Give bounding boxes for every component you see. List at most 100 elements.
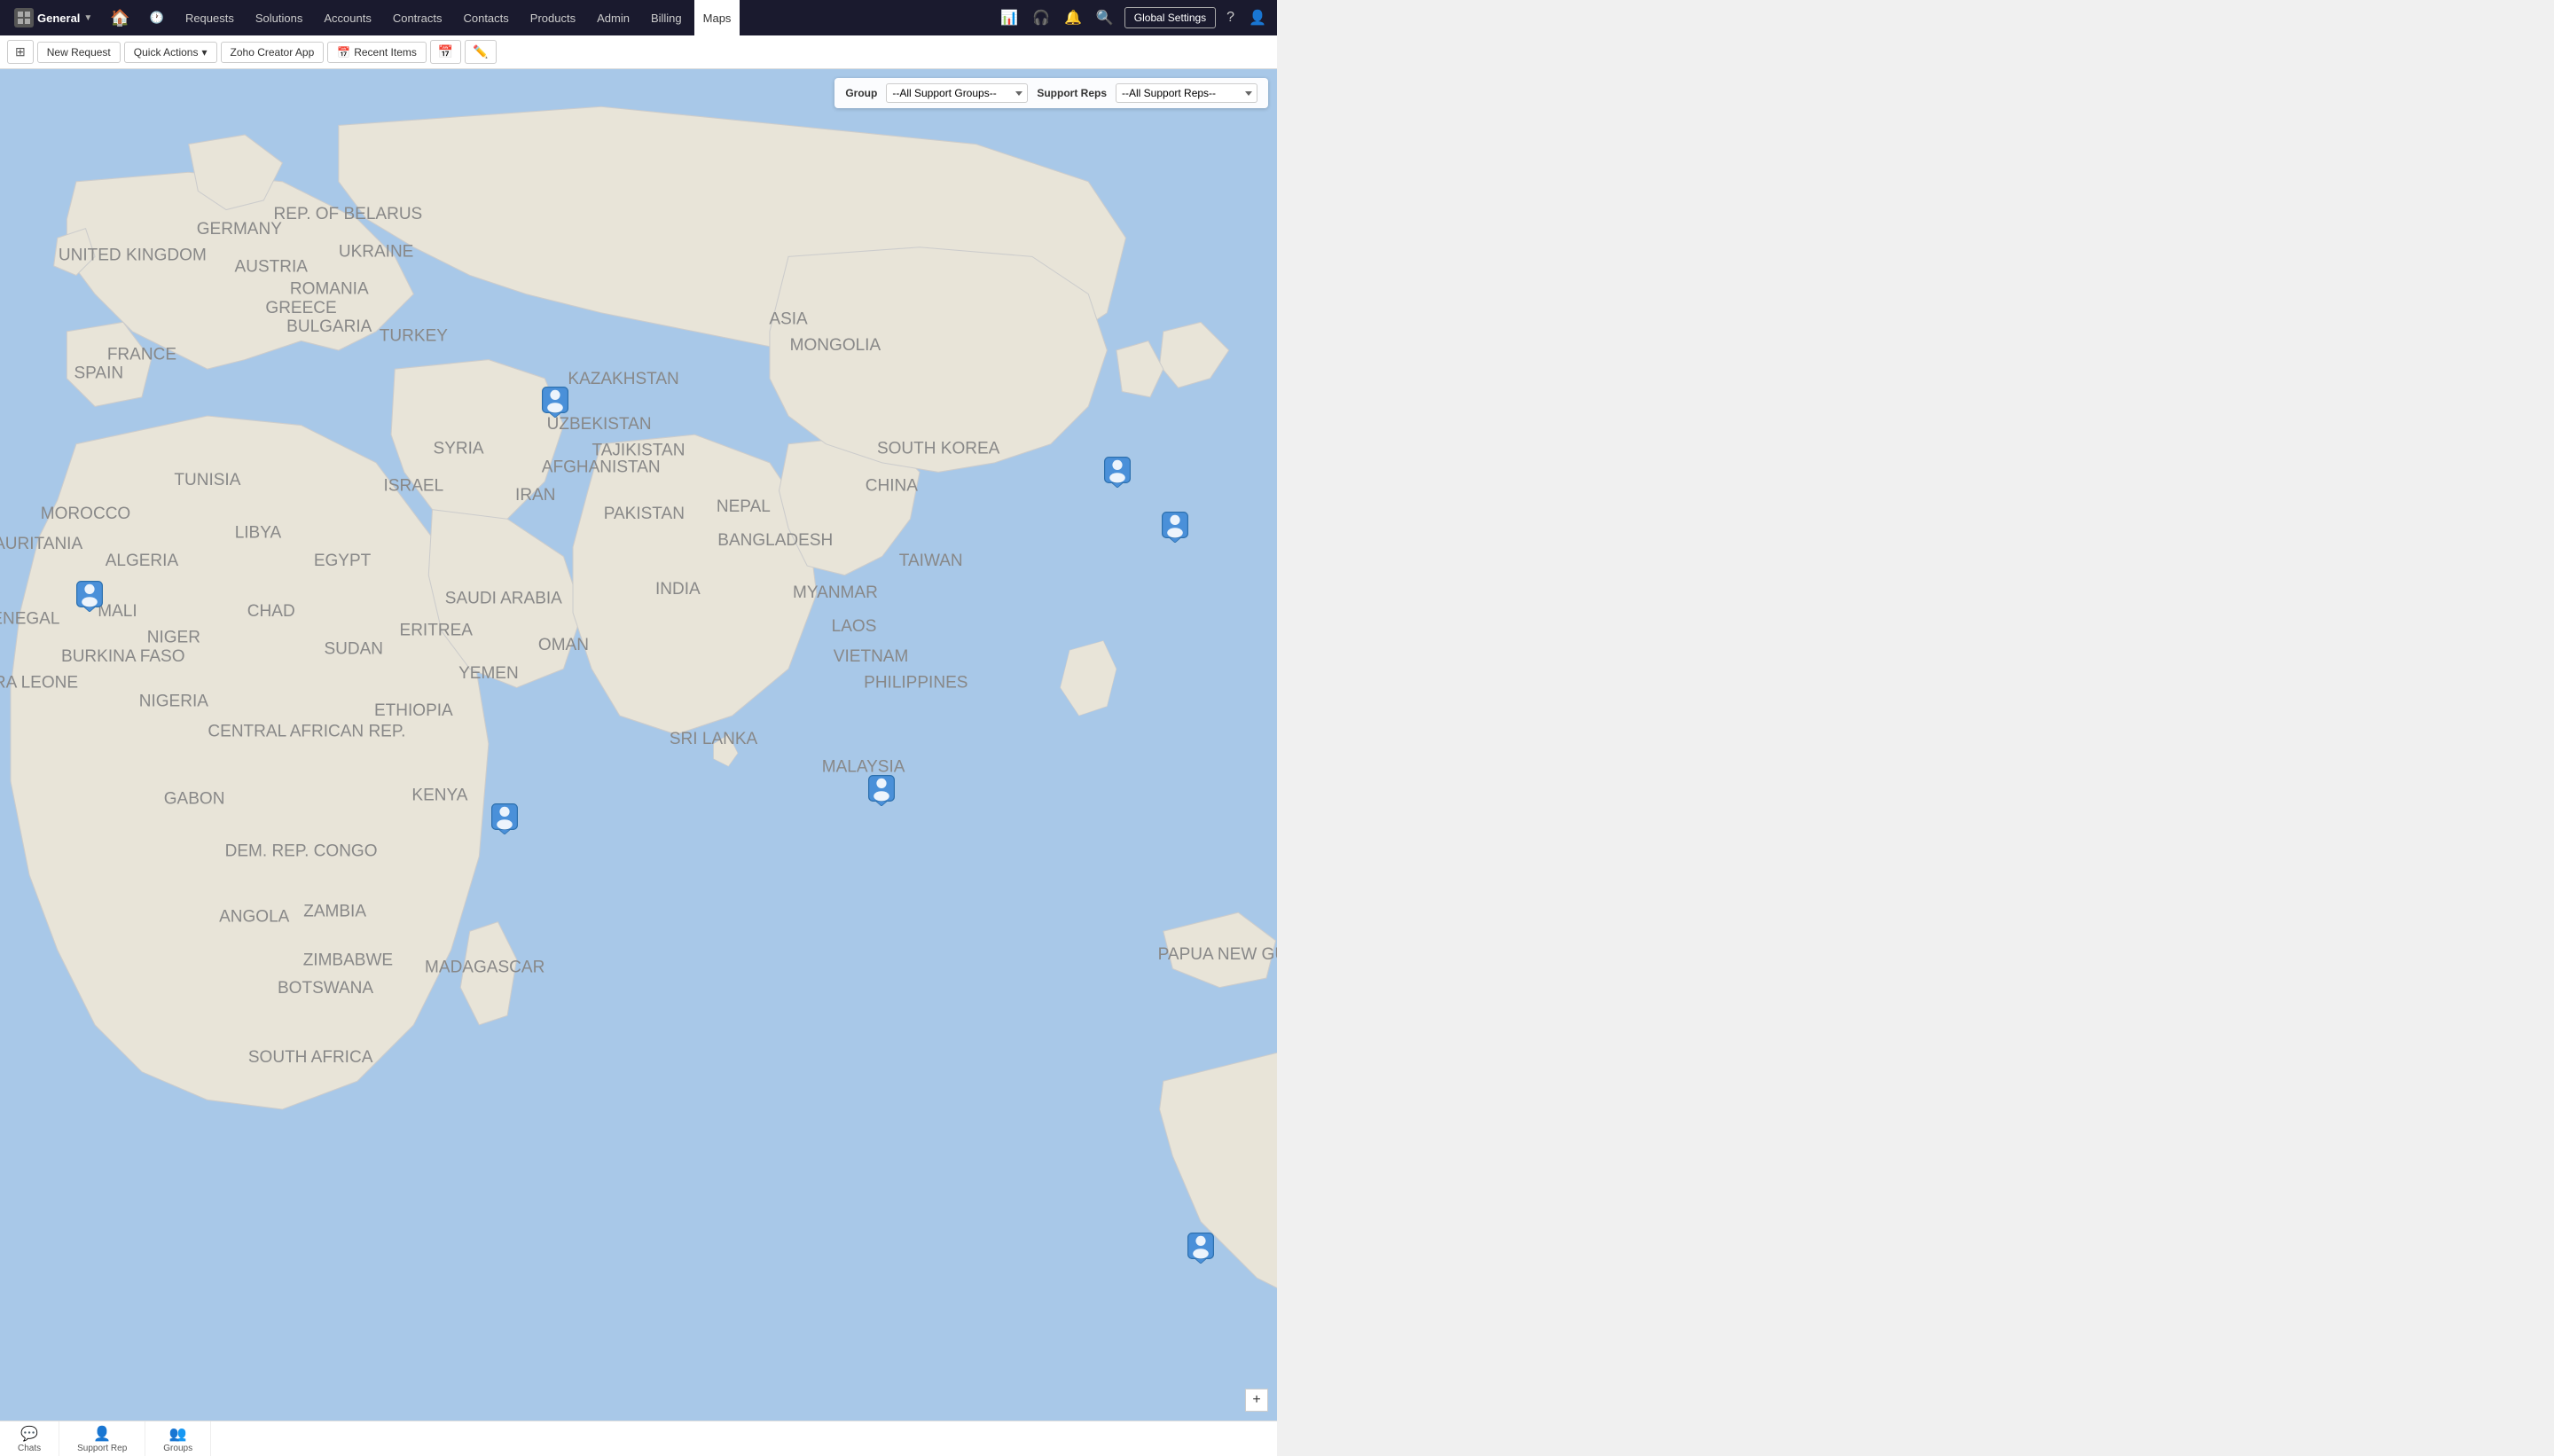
global-settings-button[interactable]: Global Settings (1124, 7, 1216, 28)
nav-search-icon[interactable]: 🔍 (1093, 5, 1117, 30)
svg-text:LAOS: LAOS (832, 617, 877, 636)
new-request-button[interactable]: New Request (37, 42, 121, 63)
svg-text:SIERRA LEONE: SIERRA LEONE (0, 673, 78, 692)
map-pin-usa[interactable] (74, 580, 106, 612)
svg-text:UNITED KINGDOM: UNITED KINGDOM (59, 247, 207, 265)
svg-text:DEM. REP. CONGO: DEM. REP. CONGO (225, 842, 378, 861)
svg-text:REP. OF BELARUS: REP. OF BELARUS (274, 205, 423, 223)
chats-icon: 💬 (20, 1425, 38, 1443)
svg-text:TUNISIA: TUNISIA (174, 471, 240, 489)
svg-text:LIBYA: LIBYA (235, 523, 282, 542)
group-select[interactable]: --All Support Groups-- (886, 83, 1028, 103)
nav-billing[interactable]: Billing (642, 0, 691, 35)
svg-text:ROMANIA: ROMANIA (290, 280, 369, 299)
svg-text:BANGLADESH: BANGLADESH (717, 531, 833, 550)
svg-text:MONGOLIA: MONGOLIA (790, 336, 881, 355)
svg-text:IRAN: IRAN (515, 486, 555, 505)
svg-text:SOUTH KOREA: SOUTH KOREA (877, 439, 1000, 458)
svg-text:TURKEY: TURKEY (380, 326, 448, 345)
nav-help-icon[interactable]: ? (1223, 6, 1238, 29)
brand-logo[interactable]: General ▼ (7, 8, 99, 27)
svg-text:YEMEN: YEMEN (458, 664, 519, 683)
svg-text:PAPUA NEW GUINEA: PAPUA NEW GUINEA (1158, 945, 1277, 964)
calendar-icon[interactable]: 📅 (430, 40, 461, 64)
nav-contacts[interactable]: Contacts (454, 0, 517, 35)
nav-headset-icon[interactable]: 🎧 (1029, 5, 1054, 30)
svg-text:PHILIPPINES: PHILIPPINES (864, 673, 968, 692)
svg-text:BOTSWANA: BOTSWANA (278, 979, 373, 998)
map-pin-india[interactable] (866, 774, 897, 806)
nav-requests[interactable]: Requests (176, 0, 243, 35)
svg-text:SPAIN: SPAIN (74, 364, 123, 383)
svg-text:UKRAINE: UKRAINE (339, 242, 414, 261)
svg-text:ETHIOPIA: ETHIOPIA (374, 701, 453, 720)
svg-text:TAIWAN: TAIWAN (899, 552, 963, 570)
map-pin-korea[interactable] (1101, 456, 1133, 488)
chats-label: Chats (18, 1444, 41, 1453)
bottom-support-rep[interactable]: 👤 Support Rep (59, 1421, 145, 1456)
groups-icon: 👥 (169, 1425, 187, 1443)
svg-text:ASIA: ASIA (769, 309, 808, 328)
svg-text:KAZAKHSTAN: KAZAKHSTAN (568, 370, 678, 388)
svg-text:NIGERIA: NIGERIA (139, 693, 209, 711)
toolbar-grid-icon[interactable]: ⊞ (7, 40, 34, 64)
svg-text:NEPAL: NEPAL (717, 497, 771, 516)
zoho-creator-button[interactable]: Zoho Creator App (221, 42, 325, 63)
svg-text:AFGHANISTAN: AFGHANISTAN (542, 458, 661, 476)
nav-contracts[interactable]: Contracts (384, 0, 451, 35)
svg-text:GREECE: GREECE (265, 299, 336, 317)
map-pin-nigeria[interactable] (489, 802, 521, 834)
nav-user-icon[interactable]: 👤 (1245, 5, 1270, 30)
map-controls: Group --All Support Groups-- Support Rep… (834, 78, 1268, 108)
svg-text:ANGOLA: ANGOLA (219, 908, 290, 927)
support-reps-label: Support Reps (1037, 87, 1107, 99)
nav-history[interactable]: 🕐 (141, 0, 173, 35)
nav-chart-icon[interactable]: 📊 (997, 5, 1022, 30)
map-pin-japan[interactable] (1159, 511, 1191, 543)
bottom-chats[interactable]: 💬 Chats (0, 1421, 59, 1456)
quick-actions-chevron: ▾ (201, 46, 207, 59)
nav-maps[interactable]: Maps (694, 0, 740, 35)
nav-accounts[interactable]: Accounts (315, 0, 380, 35)
svg-text:KENYA: KENYA (411, 786, 467, 804)
svg-text:ERITREA: ERITREA (400, 621, 474, 639)
map-container[interactable]: UNITED STATES UNITED KINGDOM GERMANY FRA… (0, 69, 1277, 1456)
map-pin-europe[interactable] (539, 386, 571, 418)
zoom-in-button[interactable]: + (1245, 1389, 1268, 1412)
svg-text:SAUDI ARABIA: SAUDI ARABIA (445, 589, 562, 607)
svg-text:EGYPT: EGYPT (314, 552, 372, 570)
edit-icon[interactable]: ✏️ (465, 40, 496, 64)
nav-solutions[interactable]: Solutions (247, 0, 311, 35)
svg-text:AUSTRIA: AUSTRIA (235, 257, 309, 276)
zoom-controls: + (1245, 1389, 1268, 1412)
svg-text:CHAD: CHAD (247, 602, 295, 621)
svg-text:SOUTH AFRICA: SOUTH AFRICA (248, 1048, 373, 1067)
svg-text:MOROCCO: MOROCCO (41, 505, 130, 523)
svg-text:MADAGASCAR: MADAGASCAR (425, 959, 544, 977)
support-rep-icon: 👤 (93, 1425, 111, 1443)
bottom-groups[interactable]: 👥 Groups (145, 1421, 211, 1456)
svg-text:BULGARIA: BULGARIA (286, 317, 372, 336)
support-reps-select[interactable]: --All Support Reps-- (1116, 83, 1257, 103)
support-rep-label: Support Rep (77, 1444, 127, 1453)
svg-text:FRANCE: FRANCE (107, 346, 176, 364)
recent-items-button[interactable]: 📅 Recent Items (327, 42, 427, 63)
svg-text:CHINA: CHINA (866, 477, 918, 496)
bottom-bar: 💬 Chats 👤 Support Rep 👥 Groups (0, 1421, 1277, 1456)
svg-text:MAURITANIA: MAURITANIA (0, 535, 82, 553)
brand-icon (14, 8, 34, 27)
svg-text:BURKINA FASO: BURKINA FASO (61, 647, 185, 666)
svg-text:ALGERIA: ALGERIA (106, 552, 179, 570)
svg-text:CENTRAL AFRICAN REP.: CENTRAL AFRICAN REP. (208, 722, 405, 740)
nav-home[interactable]: 🏠 (103, 9, 137, 27)
nav-products[interactable]: Products (521, 0, 584, 35)
svg-text:GABON: GABON (164, 789, 225, 808)
svg-text:TAJIKISTAN: TAJIKISTAN (592, 441, 686, 459)
map-pin-australia[interactable] (1185, 1232, 1217, 1264)
nav-notification-icon[interactable]: 🔔 (1061, 5, 1085, 30)
svg-text:OMAN: OMAN (538, 636, 589, 654)
svg-text:SRI LANKA: SRI LANKA (670, 730, 758, 748)
quick-actions-button[interactable]: Quick Actions ▾ (124, 42, 217, 63)
nav-admin[interactable]: Admin (588, 0, 638, 35)
svg-text:NIGER: NIGER (147, 629, 200, 647)
